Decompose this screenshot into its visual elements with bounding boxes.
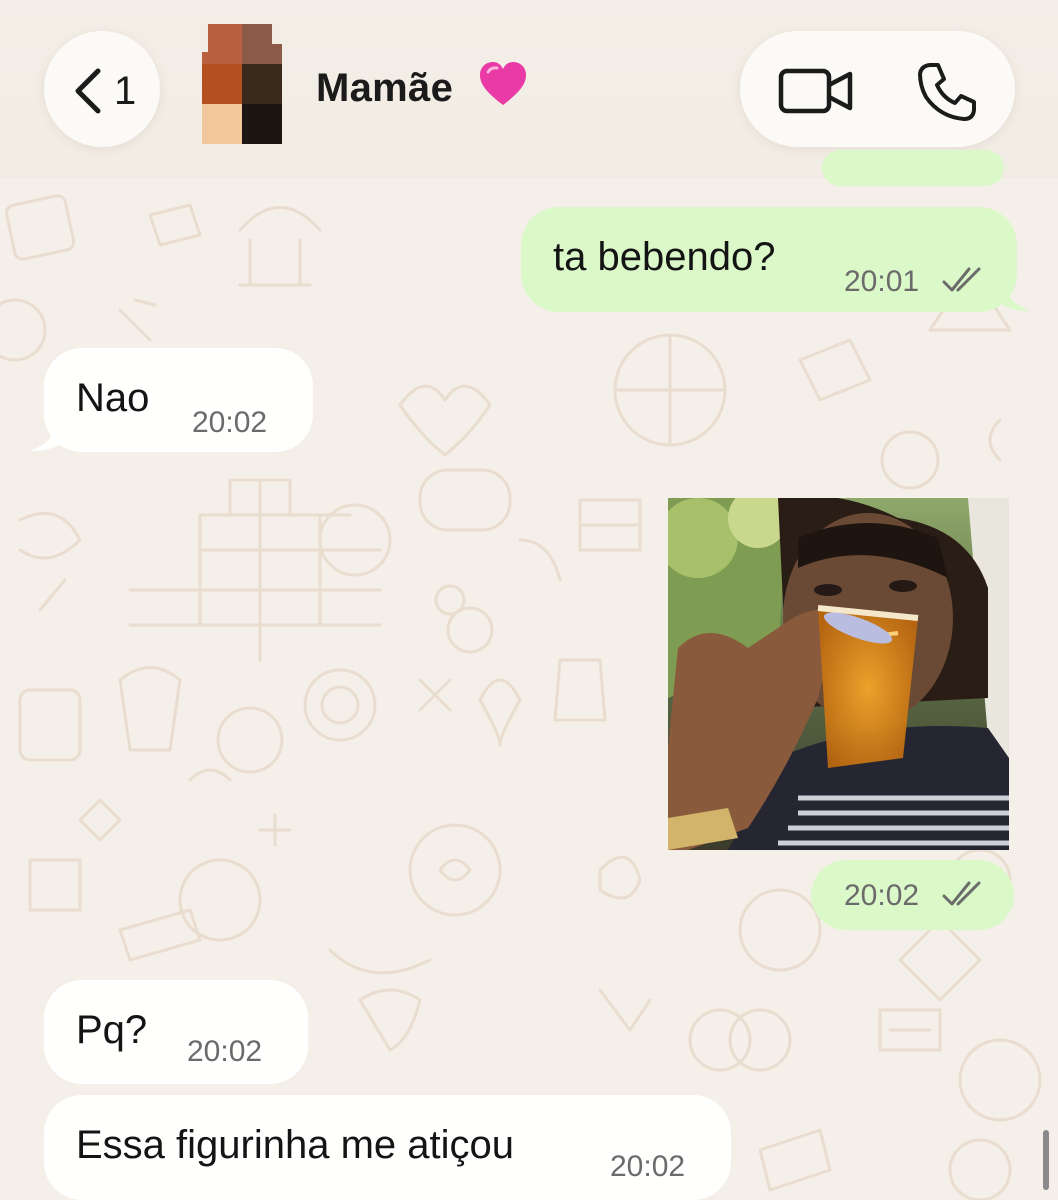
- scrollbar[interactable]: [1043, 1130, 1049, 1190]
- sticker-image[interactable]: [668, 498, 1009, 850]
- message-text: ta bebendo?: [553, 235, 776, 279]
- message-incoming[interactable]: Nao 20:02: [44, 348, 313, 452]
- message-time: 20:02: [192, 406, 268, 439]
- message-text: Essa figurinha me atiçou: [76, 1123, 515, 1167]
- double-check-icon: [942, 267, 981, 292]
- message-outgoing[interactable]: ta bebendo? 20:01: [521, 207, 1017, 312]
- message-time: 20:02: [844, 879, 920, 912]
- chevron-left-icon: [75, 68, 101, 114]
- phone-icon[interactable]: [916, 61, 978, 123]
- bubble-tail: [1004, 283, 1030, 311]
- message-time: 20:01: [844, 265, 920, 298]
- heart-icon: [480, 62, 526, 105]
- message-time: 20:02: [187, 1035, 263, 1068]
- double-check-icon: [942, 881, 981, 906]
- message-time: 20:02: [610, 1150, 686, 1183]
- sticker-photo: [668, 498, 1009, 850]
- message-text: Pq?: [76, 1008, 148, 1052]
- message-incoming[interactable]: Pq? 20:02: [44, 980, 308, 1084]
- call-actions: [740, 31, 1015, 147]
- back-button[interactable]: 1: [44, 31, 160, 147]
- contact-name[interactable]: Mamãe: [316, 66, 453, 111]
- previous-message-bubble: [822, 150, 1004, 186]
- message-outgoing-time[interactable]: 20:02: [811, 860, 1014, 930]
- video-camera-icon[interactable]: [778, 67, 854, 115]
- bubble-tail: [29, 423, 59, 451]
- message-incoming[interactable]: Essa figurinha me atiçou 20:02: [44, 1095, 731, 1200]
- unread-count: 1: [114, 69, 137, 113]
- message-text: Nao: [76, 376, 150, 420]
- avatar[interactable]: [202, 24, 282, 144]
